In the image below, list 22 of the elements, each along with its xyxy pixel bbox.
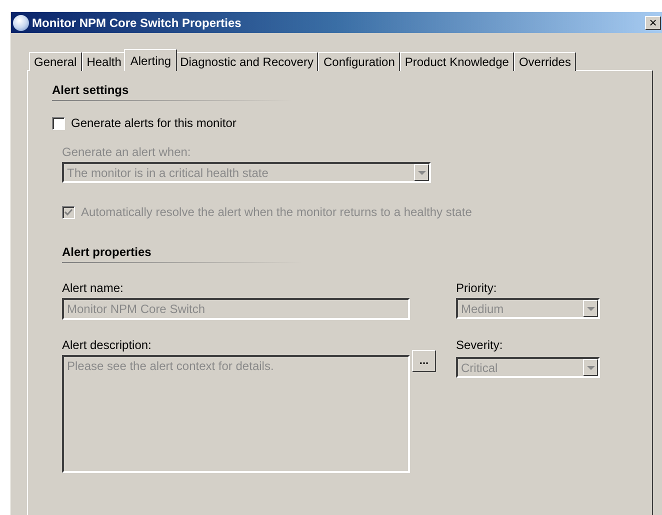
tab[interactable]: Diagnostic and Recovery [175,52,318,71]
close-button[interactable]: × [645,16,661,30]
checkbox[interactable] [52,116,65,130]
tab[interactable]: Alerting [124,49,178,71]
checkbox-label: Automatically resolve the alert when the monitor returns to a healthy state [81,205,472,219]
section-heading: Alert properties [62,245,302,263]
tab[interactable]: Configuration [318,52,400,71]
field-label: Alert description: [62,338,152,352]
tab[interactable]: Product Knowledge [400,52,514,71]
browse-button[interactable]: ... [412,350,436,372]
tab[interactable]: Overrides [514,52,576,71]
field-label: Generate an alert when: [62,145,192,159]
window-title: Monitor NPM Core Switch Properties [32,16,242,30]
field-label: Severity: [456,338,504,352]
section-heading: Alert settings [52,83,292,101]
app-icon [13,14,29,30]
tab[interactable]: Health [82,52,126,71]
check-icon [64,208,73,216]
tab[interactable]: General [29,52,82,71]
checkbox-label: Generate alerts for this monitor [71,116,236,130]
field-label: Priority: [456,281,498,295]
field-label: Alert name: [62,281,124,295]
